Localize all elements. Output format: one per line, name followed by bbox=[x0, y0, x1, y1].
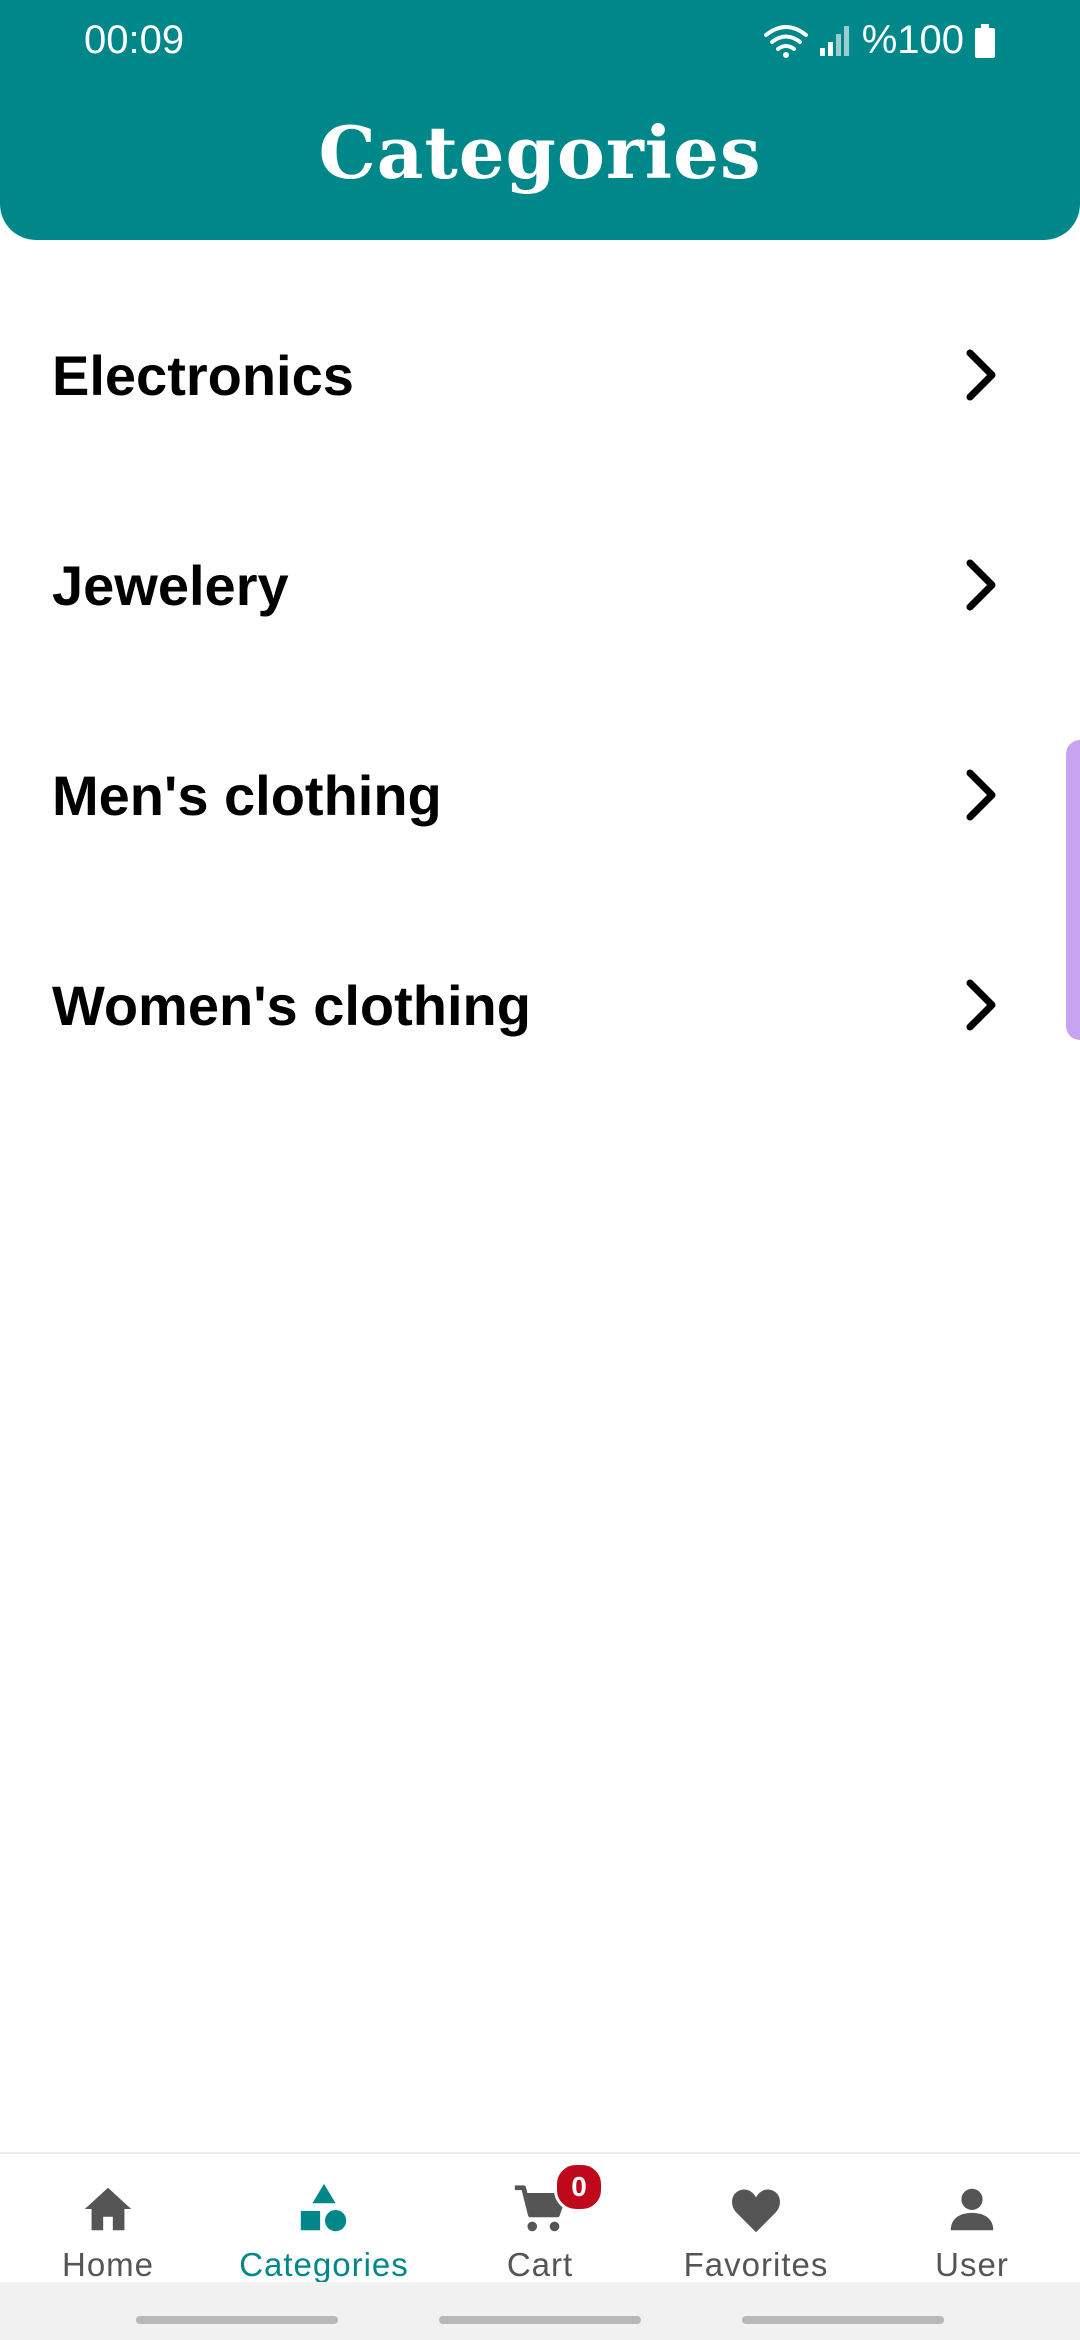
chevron-right-icon bbox=[966, 979, 996, 1031]
category-label: Jewelery bbox=[52, 553, 289, 617]
category-item-electronics[interactable]: Electronics bbox=[0, 270, 1080, 480]
heart-icon bbox=[732, 2189, 780, 2233]
system-gesture-bar bbox=[0, 2282, 1080, 2340]
user-icon bbox=[950, 2188, 994, 2231]
gesture-pill-center[interactable] bbox=[439, 2316, 641, 2324]
category-label: Women's clothing bbox=[52, 973, 531, 1037]
categories-screen: 00:09 %100 Categories Electronics Jewele… bbox=[0, 0, 1080, 2340]
edge-panel-handle[interactable] bbox=[1066, 740, 1080, 1040]
chevron-right-icon bbox=[966, 349, 996, 401]
category-label: Men's clothing bbox=[52, 763, 442, 827]
nav-label: Categories bbox=[239, 2246, 409, 2283]
nav-item-user[interactable]: User bbox=[864, 2154, 1080, 2284]
gesture-pill-right[interactable] bbox=[742, 2316, 944, 2324]
chevron-right-icon bbox=[966, 559, 996, 611]
category-item-jewelery[interactable]: Jewelery bbox=[0, 480, 1080, 690]
battery-icon bbox=[974, 23, 996, 58]
gesture-pill-left[interactable] bbox=[136, 2316, 338, 2324]
nav-label: Favorites bbox=[683, 2246, 829, 2283]
category-list: Electronics Jewelery Men's clothing Wome… bbox=[0, 270, 1080, 1110]
nav-item-home[interactable]: Home bbox=[0, 2154, 216, 2284]
category-label: Electronics bbox=[52, 343, 354, 407]
home-icon bbox=[84, 2187, 132, 2231]
categories-icon bbox=[300, 2183, 347, 2232]
bottom-navigation: Home Categories Cart 0 Favorites User bbox=[0, 2152, 1080, 2284]
chevron-right-icon bbox=[966, 769, 996, 821]
page-title: Categories bbox=[318, 110, 762, 195]
battery-text: %100 bbox=[861, 18, 964, 62]
nav-item-cart[interactable]: Cart 0 bbox=[432, 2154, 648, 2284]
nav-label: Home bbox=[61, 2246, 155, 2283]
status-icons: %100 bbox=[763, 18, 996, 63]
wifi-icon bbox=[763, 23, 808, 59]
cart-count-badge: 0 bbox=[554, 2162, 604, 2212]
nav-label: User bbox=[935, 2246, 1009, 2283]
category-item-womens-clothing[interactable]: Women's clothing bbox=[0, 900, 1080, 1110]
category-item-mens-clothing[interactable]: Men's clothing bbox=[0, 690, 1080, 900]
signal-icon bbox=[818, 24, 852, 58]
nav-item-categories[interactable]: Categories bbox=[216, 2154, 432, 2284]
nav-item-favorites[interactable]: Favorites bbox=[648, 2154, 864, 2284]
status-time: 00:09 bbox=[84, 18, 185, 62]
app-header: 00:09 %100 Categories bbox=[0, 0, 1080, 240]
nav-label: Cart bbox=[506, 2246, 574, 2283]
